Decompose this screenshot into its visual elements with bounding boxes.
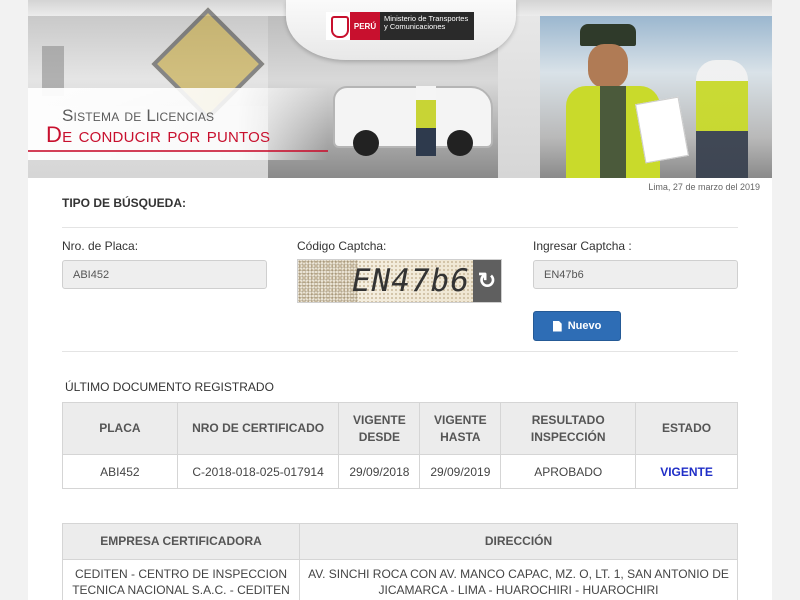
valid-to-cell: 29/09/2019 — [419, 454, 502, 489]
column-header: NRO DE CERTIFICADO — [176, 402, 340, 455]
certificate-cell: C-2018-018-025-017914 — [176, 454, 340, 489]
plate-input[interactable]: ABI452 — [62, 260, 267, 289]
captcha-image: EN47b6 — [298, 260, 473, 302]
site-title-line2: De conducir por puntos — [46, 122, 271, 147]
plate-cell: ABI452 — [62, 454, 178, 489]
plate-label: Nro. de Placa: — [62, 239, 139, 253]
captcha-input-label: Ingresar Captcha : — [533, 239, 632, 253]
last-document-table: PLACA NRO DE CERTIFICADO VIGENTE DESDE V… — [62, 402, 738, 489]
second-officer-image — [696, 60, 748, 178]
refresh-icon: ↻ — [477, 268, 497, 293]
captcha-box: EN47b6 ↻ — [297, 259, 502, 303]
column-header: PLACA — [62, 402, 178, 455]
column-header: DIRECCIÓN — [299, 523, 738, 560]
divider — [62, 227, 738, 228]
certifier-table: EMPRESA CERTIFICADORA DIRECCIÓN CEDITEN … — [62, 523, 738, 600]
table-row: CEDITEN - CENTRO DE INSPECCION TECNICA N… — [62, 559, 738, 600]
logo-ministry: Ministerio de Transportes y Comunicacion… — [380, 12, 474, 40]
column-header: ESTADO — [635, 402, 738, 455]
last-document-title: ÚLTIMO DOCUMENTO REGISTRADO — [65, 380, 274, 394]
inspection-result-cell: APROBADO — [500, 454, 637, 489]
status-cell: VIGENTE — [635, 454, 738, 489]
column-header: VIGENTE DESDE — [338, 402, 421, 455]
captcha-label: Código Captcha: — [297, 239, 387, 253]
refresh-captcha-button[interactable]: ↻ — [473, 260, 501, 302]
mtc-logo: PERÚ Ministerio de Transportes y Comunic… — [326, 12, 474, 40]
captcha-text: EN47b6 — [352, 263, 470, 299]
table-header-row: EMPRESA CERTIFICADORA DIRECCIÓN — [62, 523, 738, 560]
title-underline — [28, 150, 328, 152]
logo-country: PERÚ — [350, 12, 380, 40]
table-header-row: PLACA NRO DE CERTIFICADO VIGENTE DESDE V… — [62, 402, 738, 455]
date-text: Lima, 27 de marzo del 2019 — [648, 182, 760, 192]
page-container: PERÚ Ministerio de Transportes y Comunic… — [28, 0, 772, 600]
company-cell: CEDITEN - CENTRO DE INSPECCION TECNICA N… — [62, 559, 300, 600]
address-cell: AV. SINCHI ROCA CON AV. MANCO CAPAC, MZ.… — [299, 559, 738, 600]
column-header: EMPRESA CERTIFICADORA — [62, 523, 300, 560]
divider — [62, 351, 738, 352]
table-row: ABI452 C-2018-018-025-017914 29/09/2018 … — [62, 454, 738, 489]
header-banner: PERÚ Ministerio de Transportes y Comunic… — [28, 0, 772, 178]
column-header: VIGENTE HASTA — [419, 402, 502, 455]
traffic-officer-image — [416, 86, 436, 156]
search-type-label: TIPO DE BÚSQUEDA: — [62, 196, 187, 210]
new-button-label: Nuevo — [567, 320, 602, 332]
column-header: RESULTADO INSPECCIÓN — [500, 402, 637, 455]
police-car-image — [333, 86, 493, 156]
file-icon — [552, 320, 562, 332]
coat-of-arms-icon — [326, 12, 350, 40]
captcha-input[interactable]: EN47b6 — [533, 260, 738, 289]
new-button[interactable]: Nuevo — [533, 311, 621, 341]
valid-from-cell: 29/09/2018 — [338, 454, 421, 489]
